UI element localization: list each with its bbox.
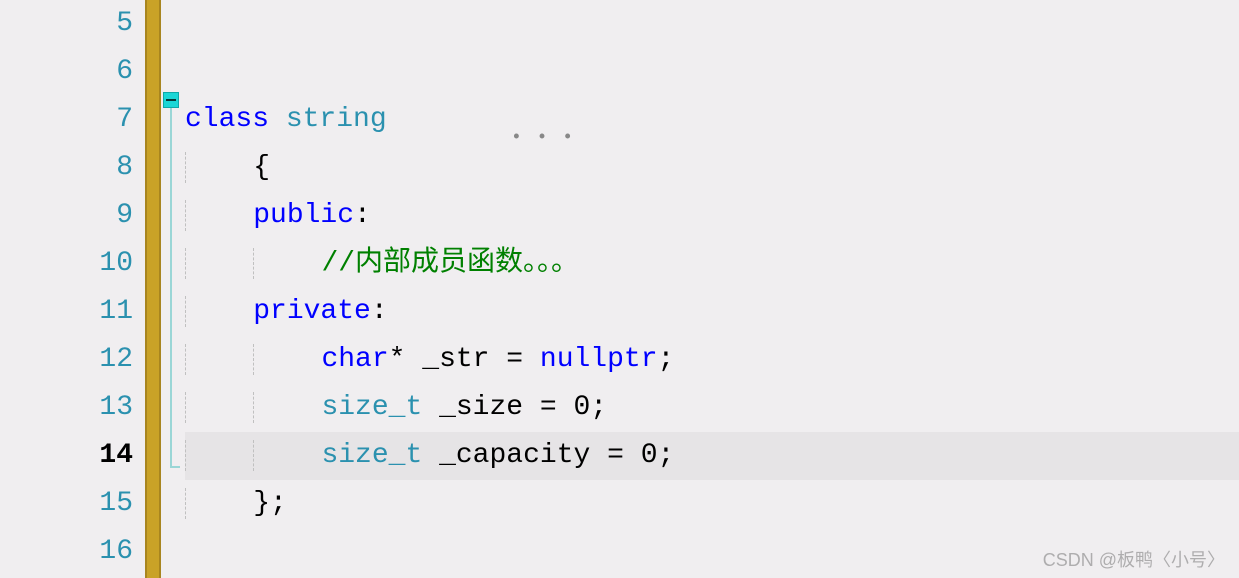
code-line[interactable]: private: (185, 288, 1239, 336)
line-number-gutter: 5678910111213141516 (0, 0, 145, 578)
line-number: 6 (0, 48, 133, 96)
code-token: nullptr (540, 344, 658, 375)
squiggle-dots: • • • (511, 128, 575, 148)
line-number: 8 (0, 144, 133, 192)
code-line[interactable]: { (185, 144, 1239, 192)
code-token: size_t (321, 440, 422, 471)
line-number: 11 (0, 288, 133, 336)
code-line[interactable]: }; (185, 480, 1239, 528)
code-token: class (185, 104, 286, 135)
code-line[interactable] (185, 48, 1239, 96)
watermark-text: CSDN @板鸭〈小号〉 (1043, 546, 1225, 572)
code-line[interactable]: //内部成员函数。。。 (185, 240, 1239, 288)
code-line[interactable]: public: (185, 192, 1239, 240)
line-number: 16 (0, 528, 133, 576)
code-editor: 5678910111213141516 • • • class string {… (0, 0, 1239, 578)
change-margin-bar (145, 0, 161, 578)
line-number: 12 (0, 336, 133, 384)
code-line[interactable]: char* _str = nullptr; (185, 336, 1239, 384)
line-number: 9 (0, 192, 133, 240)
code-token: { (253, 152, 270, 183)
fold-toggle-icon[interactable] (163, 92, 179, 108)
code-token: ; (658, 344, 675, 375)
code-token: _capacity = 0; (422, 440, 674, 471)
line-number: 14 (0, 432, 133, 480)
code-line[interactable] (185, 0, 1239, 48)
code-token: char (321, 344, 388, 375)
code-token: * _str = (389, 344, 540, 375)
fold-column (161, 0, 181, 578)
code-line[interactable]: size_t _size = 0; (185, 384, 1239, 432)
fold-guide-end (170, 466, 180, 468)
code-line[interactable]: size_t _capacity = 0; (185, 432, 1239, 480)
code-token: string (286, 104, 387, 135)
fold-guide-line (170, 108, 172, 468)
line-number: 10 (0, 240, 133, 288)
code-token: size_t (321, 392, 422, 423)
code-token: : (354, 200, 371, 231)
line-number: 7 (0, 96, 133, 144)
code-line[interactable]: class string (185, 96, 1239, 144)
code-token: private (253, 296, 371, 327)
code-token: public (253, 200, 354, 231)
line-number: 15 (0, 480, 133, 528)
code-token: //内部成员函数。。。 (321, 248, 579, 279)
line-number: 5 (0, 0, 133, 48)
code-token: _size = 0; (422, 392, 607, 423)
code-area[interactable]: • • • class string { public: //内部成员函数。。。… (181, 0, 1239, 578)
code-token: }; (253, 488, 287, 519)
line-number: 13 (0, 384, 133, 432)
code-token: : (371, 296, 388, 327)
